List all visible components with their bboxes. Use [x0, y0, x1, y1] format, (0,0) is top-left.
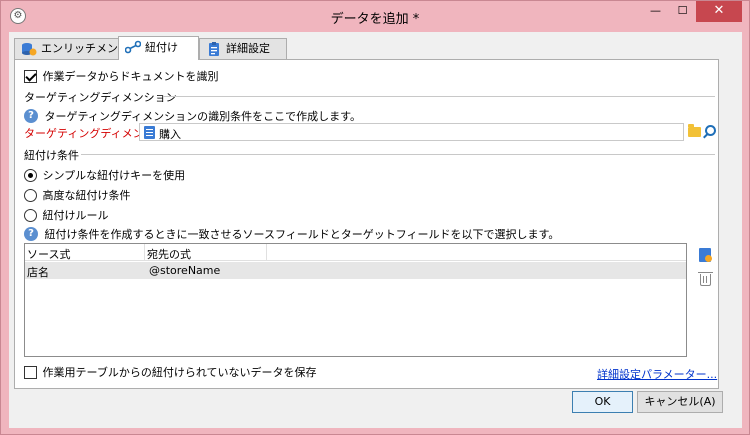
window-title: データを追加 * [330, 12, 420, 27]
keep-unreconciled-checkbox[interactable] [24, 365, 37, 379]
delete-icon[interactable] [698, 272, 713, 286]
option-simple-key[interactable]: シンプルな紐付けキーを使用 [24, 167, 185, 183]
close-button[interactable]: ✕ [696, 1, 742, 22]
reconciliation-help-text: 紐付け条件を作成するときに一致させるソースフィールドとターゲットフィールドを以下… [44, 228, 560, 241]
targeting-dimension-field[interactable]: 購入 [139, 123, 684, 141]
advanced-parameters-link[interactable]: 詳細設定パラメーター... [597, 366, 717, 382]
help-icon: ? [24, 109, 38, 123]
dialog-window: ⚙ データを追加 * — ☐ ✕ エンリッチメント 紐付け 詳細設定 作業データ… [0, 0, 750, 435]
keep-unreconciled-label: 作業用テーブルからの紐付けられていないデータを保存 [42, 366, 317, 379]
grid-header: ソース式 宛先の式 [25, 244, 686, 261]
reconciliation-key-grid[interactable]: ソース式 宛先の式 店名 @storeName [24, 243, 687, 357]
keep-unreconciled-row[interactable]: 作業用テーブルからの紐付けられていないデータを保存 [24, 364, 317, 380]
targeting-section-title: ターゲティングディメンション [24, 91, 177, 104]
add-key-icon[interactable] [699, 248, 712, 262]
dialog-body: エンリッチメント 紐付け 詳細設定 作業データからドキュメントを識別 ターゲティ… [9, 32, 742, 428]
link-icon [125, 40, 141, 54]
targeting-help-text: ターゲティングディメンションの識別条件をここで作成します。 [44, 110, 361, 123]
identify-documents-checkbox[interactable] [24, 69, 37, 83]
destination-cell[interactable]: @storeName [149, 264, 220, 277]
tab-enrichment[interactable]: エンリッチメント [14, 38, 129, 59]
title-bar[interactable]: ⚙ データを追加 * — ☐ ✕ [1, 1, 749, 32]
identify-documents-row[interactable]: 作業データからドキュメントを識別 [24, 68, 219, 84]
minimize-button[interactable]: — [642, 1, 669, 22]
option-reconciliation-rule-label: 紐付けルール [42, 209, 109, 222]
tab-advanced-label: 詳細設定 [226, 42, 270, 55]
tab-reconciliation-label: 紐付け [145, 41, 178, 54]
targeting-help: ? ターゲティングディメンションの識別条件をここで作成します。 [24, 108, 361, 124]
search-icon[interactable] [705, 125, 716, 136]
clipboard-icon [209, 42, 219, 56]
radio-advanced-condition[interactable] [24, 188, 37, 202]
targeting-dimension-value: 購入 [159, 128, 181, 141]
source-cell[interactable]: 店名 [27, 264, 49, 280]
folder-icon[interactable] [688, 124, 701, 137]
reconciliation-section-title: 紐付け条件 [24, 149, 79, 162]
targeting-divider [163, 96, 715, 97]
column-source[interactable]: ソース式 [27, 246, 70, 262]
option-advanced-condition[interactable]: 高度な紐付け条件 [24, 187, 131, 203]
option-simple-key-label: シンプルな紐付けキーを使用 [42, 169, 186, 182]
tab-enrichment-label: エンリッチメント [41, 42, 129, 55]
option-reconciliation-rule[interactable]: 紐付けルール [24, 207, 109, 223]
reconciliation-panel: 作業データからドキュメントを識別 ターゲティングディメンション ? ターゲティン… [14, 59, 719, 389]
enrichment-icon [22, 43, 37, 56]
column-destination[interactable]: 宛先の式 [147, 246, 191, 262]
tab-advanced[interactable]: 詳細設定 [199, 38, 287, 59]
cancel-button[interactable]: キャンセル(A) [637, 391, 723, 413]
schema-icon [144, 126, 155, 139]
radio-simple-key[interactable] [24, 168, 37, 182]
identify-documents-label: 作業データからドキュメントを識別 [42, 70, 219, 83]
tab-reconciliation[interactable]: 紐付け [118, 36, 199, 60]
column-separator [266, 244, 267, 261]
ok-button[interactable]: OK [572, 391, 633, 413]
maximize-button[interactable]: ☐ [669, 1, 696, 22]
reconciliation-help: ? 紐付け条件を作成するときに一致させるソースフィールドとターゲットフィールドを… [24, 226, 559, 242]
help-icon: ? [24, 227, 38, 241]
reconciliation-divider [81, 154, 715, 155]
column-separator [144, 244, 145, 261]
table-row[interactable]: 店名 @storeName [25, 262, 686, 279]
radio-reconciliation-rule[interactable] [24, 208, 37, 222]
option-advanced-condition-label: 高度な紐付け条件 [42, 189, 131, 202]
